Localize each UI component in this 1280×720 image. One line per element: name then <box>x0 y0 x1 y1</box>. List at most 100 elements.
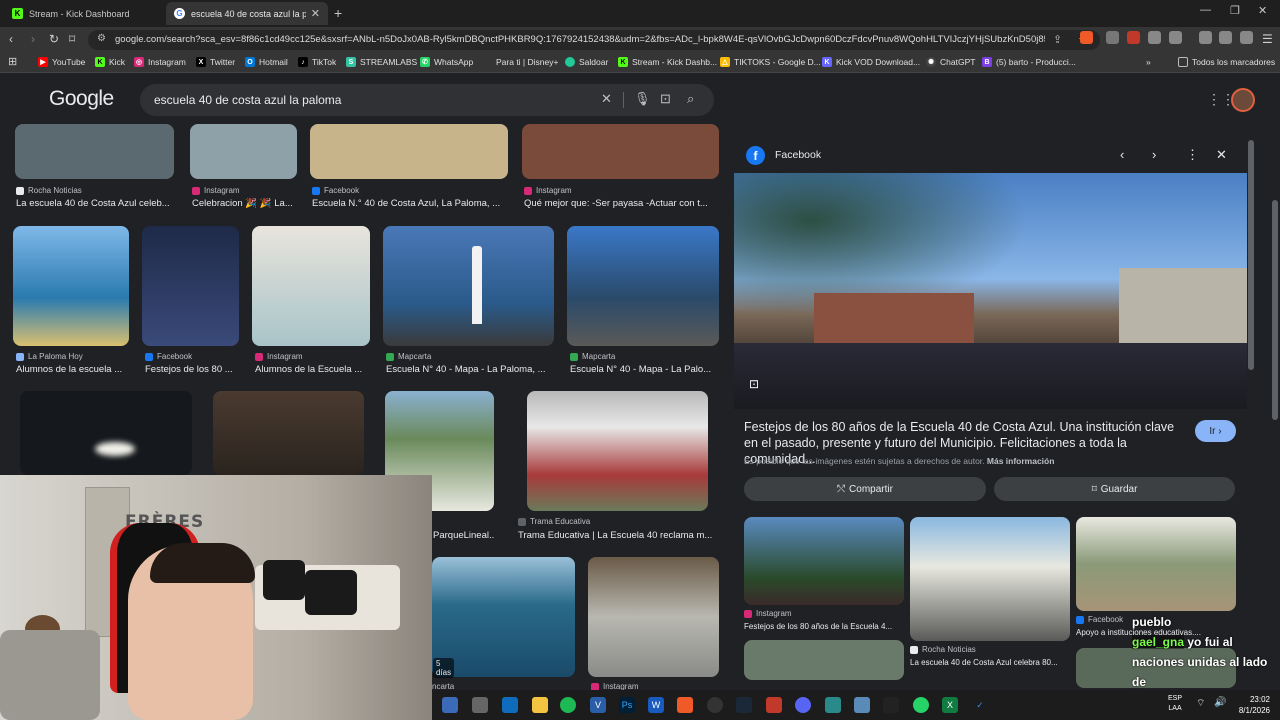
excel-icon[interactable]: X <box>942 697 958 713</box>
voice-search-icon[interactable]: 🎙 <box>634 91 651 107</box>
minimize-icon[interactable]: — <box>1200 4 1211 16</box>
close-panel-icon[interactable]: ✕ <box>1216 147 1227 163</box>
bookmark-item[interactable]: ♪ TikTok <box>298 57 336 67</box>
photos-icon[interactable] <box>854 697 870 713</box>
lens-icon[interactable]: ⊡ <box>749 377 759 391</box>
back-icon[interactable]: ‹ <box>9 32 13 46</box>
share-icon[interactable]: ⇪ <box>1053 33 1062 46</box>
result-caption[interactable]: Celebracion 🎉 🎉 La... <box>192 198 297 209</box>
save-button[interactable]: ⌑ Guardar <box>994 477 1235 501</box>
related-image[interactable] <box>744 517 904 605</box>
brave-icon[interactable] <box>677 697 693 713</box>
lens-icon[interactable]: ⊡ <box>660 91 671 107</box>
apps-grid-icon[interactable]: ⊞ <box>8 55 17 68</box>
result-thumbnail[interactable] <box>213 391 364 475</box>
maximize-icon[interactable]: ❐ <box>1230 4 1240 17</box>
vpn-icon[interactable] <box>1240 31 1253 44</box>
bookmark-item[interactable]: S STREAMLABS <box>346 57 417 67</box>
previous-icon[interactable]: ‹ <box>1120 147 1124 162</box>
result-caption[interactable]: La escuela 40 de Costa Azul celeb... <box>16 198 176 209</box>
close-tab-icon[interactable]: ✕ <box>311 7 320 20</box>
checkmark-app-icon[interactable]: ✓ <box>972 697 988 713</box>
google-logo[interactable]: Google <box>49 87 114 111</box>
result-thumbnail[interactable] <box>13 226 129 346</box>
bookmark-item[interactable]: ✆ WhatsApp <box>420 57 473 67</box>
calculator-icon[interactable] <box>502 697 518 713</box>
result-caption[interactable]: La escuela 40 de Costa Azul celebra 80..… <box>910 658 1070 667</box>
result-caption[interactable]: Qué mejor que: -Ser payasa -Actuar con t… <box>524 198 719 209</box>
tab-google-search[interactable]: G escuela 40 de costa azul la palom ✕ <box>166 2 328 25</box>
search-input[interactable]: escuela 40 de costa azul la paloma <box>154 93 341 107</box>
volume-icon[interactable]: 🔊 <box>1214 697 1226 708</box>
result-caption[interactable]: Trama Educativa | La Escuela 40 reclama … <box>518 530 718 541</box>
result-thumbnail[interactable] <box>522 124 719 179</box>
result-thumbnail[interactable] <box>190 124 297 179</box>
result-caption[interactable]: ParqueLineal... <box>433 530 495 541</box>
sidebar-icon[interactable] <box>1169 31 1182 44</box>
obs-icon[interactable] <box>707 697 723 713</box>
app-icon[interactable] <box>825 697 841 713</box>
bookmark-item[interactable]: ◎ Instagram <box>134 57 186 67</box>
close-window-icon[interactable]: ✕ <box>1258 4 1267 17</box>
all-bookmarks-folder[interactable]: Todos los marcadores <box>1178 57 1275 67</box>
reload-icon[interactable]: ↻ <box>49 32 59 46</box>
result-caption[interactable]: Festejos de los 80 ... <box>145 364 239 375</box>
result-thumbnail[interactable] <box>383 226 554 346</box>
steam-icon[interactable] <box>736 697 752 713</box>
result-caption[interactable]: Escuela N.° 40 de Costa Azul, La Paloma,… <box>312 198 510 209</box>
brave-shield-icon[interactable] <box>1080 31 1093 44</box>
menu-icon[interactable]: ☰ <box>1262 32 1273 46</box>
related-image[interactable] <box>910 517 1070 641</box>
address-bar[interactable]: ⚙ google.com/search?sca_esv=8f86c1cd49cc… <box>88 30 1100 50</box>
discord-icon[interactable] <box>795 697 811 713</box>
share-button[interactable]: ⤲ Compartir <box>744 477 986 501</box>
extension-icon[interactable] <box>1106 31 1119 44</box>
extensions-puzzle-icon[interactable] <box>1148 31 1161 44</box>
leo-icon[interactable] <box>1219 31 1232 44</box>
bookmark-item[interactable]: K Stream - Kick Dashb... <box>618 57 717 67</box>
search-box[interactable]: escuela 40 de costa azul la paloma ✕ 🎙 ⊡… <box>140 84 714 116</box>
more-bookmarks-icon[interactable]: » <box>1146 57 1151 67</box>
result-caption[interactable]: Escuela N° 40 - Mapa - La Palo... <box>570 364 720 375</box>
result-caption[interactable]: Escuela N° 40 - Mapa - La Paloma, ... <box>386 364 556 375</box>
file-explorer-icon[interactable] <box>532 697 548 713</box>
result-thumbnail[interactable] <box>588 557 719 677</box>
vscode-icon[interactable]: V <box>590 697 606 713</box>
bookmark-item[interactable]: ✺ ChatGPT <box>926 57 975 67</box>
capcut-icon[interactable] <box>883 697 899 713</box>
extension-icon[interactable] <box>1127 31 1140 44</box>
page-scrollbar[interactable] <box>1272 200 1278 420</box>
next-icon[interactable]: › <box>1152 147 1156 162</box>
go-button[interactable]: Ir › <box>1195 420 1236 442</box>
spotify-icon[interactable] <box>560 697 576 713</box>
related-image[interactable] <box>744 640 904 680</box>
word-icon[interactable]: W <box>648 697 664 713</box>
tab-kick-dashboard[interactable]: K Stream - Kick Dashboard <box>4 2 164 25</box>
result-thumbnail[interactable] <box>252 226 370 346</box>
bookmark-item[interactable]: Saldoar <box>565 57 608 67</box>
widget-icon[interactable] <box>442 697 458 713</box>
wifi-icon[interactable]: ⌔ <box>1196 697 1205 710</box>
language-indicator[interactable]: ESP LAA <box>1168 694 1182 714</box>
bookmark-item[interactable]: Para ti | Disney+ <box>482 57 558 67</box>
whatsapp-icon[interactable] <box>913 697 929 713</box>
result-thumbnail[interactable] <box>310 124 508 179</box>
clear-icon[interactable]: ✕ <box>601 91 612 107</box>
more-info-link[interactable]: Más información <box>987 456 1055 466</box>
bookmark-item[interactable]: B (5) barto - Producci... <box>982 57 1076 67</box>
forward-icon[interactable]: › <box>31 32 35 46</box>
search-icon[interactable]: ⌕ <box>687 91 694 107</box>
avatar[interactable] <box>1231 88 1255 112</box>
bookmark-item[interactable]: O Hotmail <box>245 57 288 67</box>
result-thumbnail[interactable] <box>527 391 708 511</box>
more-options-icon[interactable]: ⋮ <box>1186 147 1199 163</box>
result-caption[interactable]: Alumnos de la escuela ... <box>16 364 129 375</box>
bookmark-item[interactable]: K Kick VOD Download... <box>822 57 920 67</box>
preview-image[interactable]: ⊡ <box>734 173 1247 409</box>
bookmark-item[interactable]: ▶ YouTube <box>38 57 85 67</box>
panel-source-name[interactable]: Facebook <box>775 149 821 161</box>
task-view-icon[interactable] <box>472 697 488 713</box>
result-thumbnail[interactable] <box>142 226 239 346</box>
panel-scrollbar[interactable] <box>1248 140 1254 370</box>
bookmark-item[interactable]: △ TIKTOKS - Google D... <box>720 57 821 67</box>
